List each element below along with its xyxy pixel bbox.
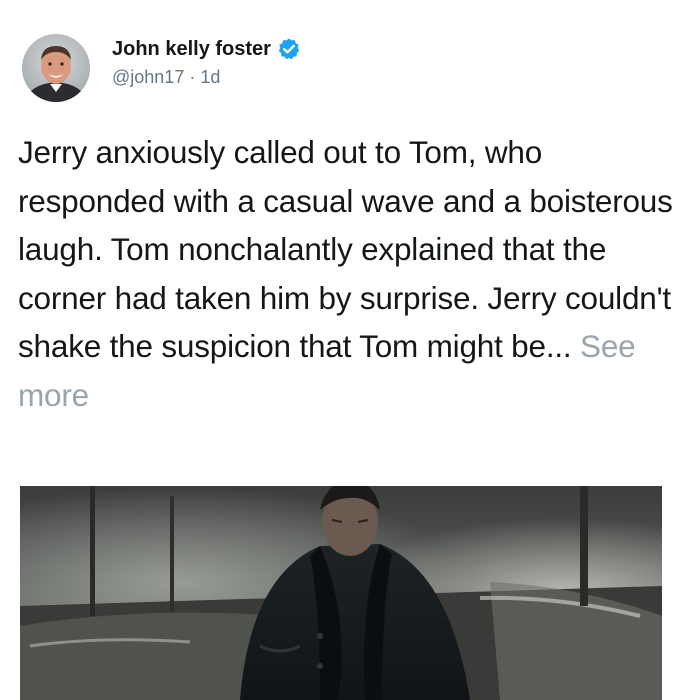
author-name[interactable]: John kelly foster xyxy=(112,38,271,61)
author-name-row: John kelly foster xyxy=(112,37,301,61)
post-timestamp[interactable]: 1d xyxy=(200,67,220,87)
tweet-card: John kelly foster @john17 · 1d Jerry anx… xyxy=(0,0,700,700)
author-meta: John kelly foster @john17 · 1d xyxy=(112,37,301,88)
verified-badge-icon xyxy=(277,37,301,61)
avatar[interactable] xyxy=(22,34,90,102)
post-text-block: Jerry anxiously called out to Tom, who r… xyxy=(18,128,682,419)
meta-separator: · xyxy=(184,67,201,87)
post-text: Jerry anxiously called out to Tom, who r… xyxy=(18,134,673,364)
tweet-header: John kelly foster @john17 · 1d xyxy=(22,34,301,102)
avatar-photo xyxy=(22,34,90,102)
author-handle[interactable]: @john17 xyxy=(112,67,184,87)
author-handle-row: @john17 · 1d xyxy=(112,67,301,88)
photo-man-in-dark-coat-street xyxy=(20,486,662,700)
post-media-photo[interactable] xyxy=(20,486,662,700)
